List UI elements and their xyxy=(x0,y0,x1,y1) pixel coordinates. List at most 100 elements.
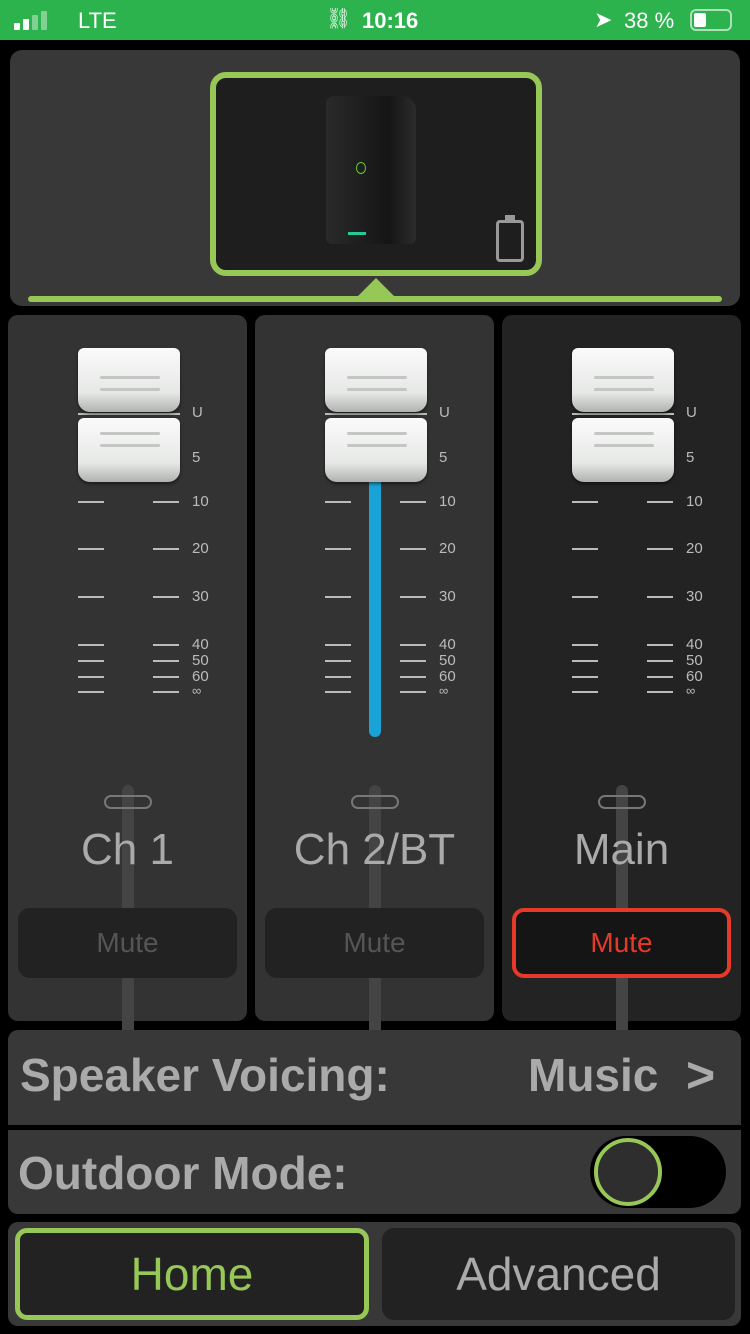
scale-label: 5 xyxy=(192,449,201,466)
scale-tick xyxy=(647,548,673,550)
scale-label: 10 xyxy=(686,493,703,510)
scale-label: 50 xyxy=(192,652,209,669)
scale-tick xyxy=(325,596,351,598)
time: 10:16 xyxy=(362,8,419,33)
scale-label: ∞ xyxy=(686,683,696,698)
level-fill xyxy=(369,463,381,737)
channel-strip: U 5 10 20 30 40 50 60 ∞ Main Mute xyxy=(502,315,741,1052)
outdoor-mode-toggle[interactable] xyxy=(590,1136,726,1208)
status-bar: LTE ⛓ 10:16 ➤ 38 % xyxy=(0,0,750,40)
scale-tick xyxy=(78,676,104,678)
scale-tick xyxy=(647,501,673,503)
scale-label: 5 xyxy=(439,449,448,466)
mute-button[interactable]: Mute xyxy=(265,908,484,978)
speaker-voicing-value: Music xyxy=(528,1049,659,1101)
location-icon: ➤ xyxy=(594,7,613,32)
unity-line xyxy=(572,413,674,415)
scale-tick xyxy=(325,501,351,503)
scale-label: 40 xyxy=(439,636,456,653)
scale-tick xyxy=(647,660,673,662)
scale-tick xyxy=(400,548,426,550)
fader-cap[interactable] xyxy=(572,418,674,482)
scale-tick xyxy=(325,676,351,678)
speaker-voicing-label: Speaker Voicing: xyxy=(20,1049,390,1101)
bottom-nav: Home Advanced xyxy=(8,1222,741,1326)
scale-label: 50 xyxy=(686,652,703,669)
fader-cap[interactable] xyxy=(78,348,180,412)
scale-tick xyxy=(400,660,426,662)
scale-label: 10 xyxy=(192,493,209,510)
scale-tick xyxy=(572,596,598,598)
advanced-tab[interactable]: Advanced xyxy=(382,1228,735,1320)
scale-tick xyxy=(400,596,426,598)
channel-indicator xyxy=(351,795,399,809)
scale-tick xyxy=(78,691,104,693)
speaker-voicing-row[interactable]: Speaker Voicing: Music > xyxy=(8,1030,741,1125)
scale-label: 5 xyxy=(686,449,695,466)
scale-tick xyxy=(572,548,598,550)
scale-tick xyxy=(572,691,598,693)
channel-name: Main xyxy=(573,825,670,874)
scale-label: 30 xyxy=(192,588,209,605)
scale-label: 30 xyxy=(686,588,703,605)
channel-name: Ch 1 xyxy=(81,825,174,874)
scale-tick xyxy=(153,691,179,693)
outdoor-mode-label: Outdoor Mode: xyxy=(18,1147,348,1199)
mute-button[interactable]: Mute xyxy=(18,908,237,978)
carrier: LTE xyxy=(78,8,117,33)
unity-line xyxy=(78,413,180,415)
channel-strip: U 5 10 20 30 40 50 60 ∞ Ch 1 Mute xyxy=(8,315,247,1052)
scale-label: 10 xyxy=(439,493,456,510)
device-selector[interactable] xyxy=(210,72,542,276)
scale-label: U xyxy=(686,404,697,421)
scale-tick xyxy=(325,644,351,646)
scale-tick xyxy=(153,501,179,503)
battery-percent: 38 % xyxy=(624,8,675,33)
scale-tick xyxy=(400,644,426,646)
scale-tick xyxy=(647,644,673,646)
scale-tick xyxy=(78,660,104,662)
scale-tick xyxy=(572,660,598,662)
scale-tick xyxy=(325,660,351,662)
scale-tick xyxy=(400,676,426,678)
channel-indicator xyxy=(104,795,152,809)
scale-tick xyxy=(647,596,673,598)
mute-button[interactable]: Mute xyxy=(512,908,731,978)
scale-tick xyxy=(153,548,179,550)
scale-label: 30 xyxy=(439,588,456,605)
channel-strip: U 5 10 20 30 40 50 60 ∞ Ch 2/BT Mute xyxy=(255,315,494,1052)
scale-tick xyxy=(78,548,104,550)
scale-tick xyxy=(647,691,673,693)
scale-label: 40 xyxy=(192,636,209,653)
fader-cap[interactable] xyxy=(572,348,674,412)
scale-label: ∞ xyxy=(192,683,202,698)
home-tab[interactable]: Home xyxy=(15,1228,369,1320)
scale-tick xyxy=(325,548,351,550)
link-icon: ⛓ xyxy=(326,8,352,30)
fader-cap[interactable] xyxy=(78,418,180,482)
selection-pointer xyxy=(356,278,396,298)
chevron-right-icon: > xyxy=(686,1047,716,1103)
scale-tick xyxy=(78,596,104,598)
scale-label: 50 xyxy=(439,652,456,669)
scale-label: 20 xyxy=(439,540,456,557)
scale-label: U xyxy=(192,404,203,421)
scale-tick xyxy=(400,501,426,503)
scale-tick xyxy=(78,644,104,646)
scale-label: U xyxy=(439,404,450,421)
fader-cap[interactable] xyxy=(325,348,427,412)
scale-label: 40 xyxy=(686,636,703,653)
scale-tick xyxy=(647,676,673,678)
scale-tick xyxy=(153,596,179,598)
scale-label: ∞ xyxy=(439,683,449,698)
scale-tick xyxy=(572,644,598,646)
scale-tick xyxy=(400,691,426,693)
scale-tick xyxy=(572,676,598,678)
scale-tick xyxy=(153,644,179,646)
speaker-image xyxy=(326,96,416,244)
scale-label: 20 xyxy=(192,540,209,557)
channel-name: Ch 2/BT xyxy=(293,825,456,874)
channel-indicator xyxy=(598,795,646,809)
fader-cap[interactable] xyxy=(325,418,427,482)
unity-line xyxy=(325,413,427,415)
